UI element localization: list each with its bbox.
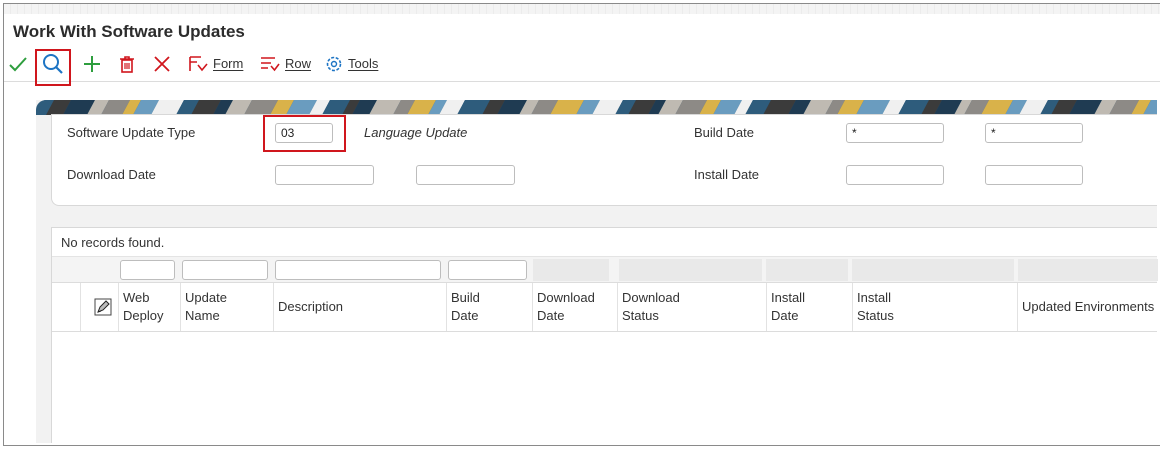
software-update-type-label: Software Update Type	[67, 125, 196, 140]
install-date-from-input[interactable]	[846, 165, 944, 185]
row-icon	[261, 56, 280, 71]
build-date-from-input[interactable]	[846, 123, 944, 143]
tools-menu-button[interactable]: Tools	[324, 46, 378, 81]
results-grid: No records found. Web Deploy Update Name D…	[51, 227, 1158, 443]
row-select-column	[90, 283, 118, 331]
build-date-filter-input[interactable]	[448, 260, 527, 280]
build-date-to-input[interactable]	[985, 123, 1083, 143]
page-title: Work With Software Updates	[13, 22, 245, 41]
column-header-download-status[interactable]: Download Status	[617, 283, 766, 331]
install-date-label: Install Date	[694, 167, 760, 182]
plus-icon	[84, 55, 100, 72]
trash-icon	[120, 55, 134, 73]
column-header-install-date[interactable]: Install Date	[766, 283, 852, 331]
description-filter-input[interactable]	[275, 260, 441, 280]
download-date-filter-cell	[533, 259, 609, 281]
select-button[interactable]	[8, 46, 28, 81]
column-header-description[interactable]: Description	[273, 283, 446, 331]
download-status-filter-cell	[619, 259, 762, 281]
update-type-highlight	[263, 115, 346, 152]
grid-status-text: No records found.	[61, 235, 165, 250]
grid-header-row: Web Deploy Update Name Description Build Da…	[52, 282, 1157, 332]
download-date-to-input[interactable]	[416, 165, 515, 185]
decorative-banner	[36, 100, 1157, 115]
form-menu-label: Form	[213, 56, 244, 71]
close-button[interactable]	[152, 46, 172, 81]
column-header-update-name[interactable]: Update Name	[180, 283, 273, 331]
update-name-filter-input[interactable]	[182, 260, 268, 280]
column-header-build-date[interactable]: Build Date	[446, 283, 532, 331]
toolbar: Form Row Tools	[4, 46, 1160, 82]
form-icon	[189, 55, 208, 71]
download-date-label: Download Date	[67, 167, 156, 182]
gear-icon	[326, 56, 342, 71]
column-header-download-date[interactable]: Download Date	[532, 283, 617, 331]
add-button[interactable]	[82, 46, 102, 81]
grid-filter-row	[52, 256, 1158, 283]
software-update-type-description: Language Update	[364, 125, 468, 140]
download-date-from-input[interactable]	[275, 165, 374, 185]
find-button-highlight	[35, 49, 71, 86]
checkmark-icon	[9, 56, 27, 71]
delete-button[interactable]	[117, 46, 137, 81]
web-deploy-filter-input[interactable]	[120, 260, 175, 280]
row-menu-label: Row	[285, 56, 312, 71]
updated-environments-filter-cell	[1018, 259, 1158, 281]
form-menu-button[interactable]: Form	[187, 46, 243, 81]
column-header-web-deploy[interactable]: Web Deploy	[118, 283, 180, 331]
install-date-filter-cell	[766, 259, 848, 281]
edit-icon	[94, 298, 112, 316]
column-header-install-status[interactable]: Install Status	[852, 283, 1017, 331]
row-menu-button[interactable]: Row	[259, 46, 311, 81]
close-icon	[154, 55, 170, 72]
install-status-filter-cell	[852, 259, 1014, 281]
filter-panel: Software Update Type Language Update Bui…	[51, 114, 1157, 206]
build-date-label: Build Date	[694, 125, 754, 140]
column-header-updated-environments[interactable]: Updated Environments	[1017, 283, 1158, 331]
install-date-to-input[interactable]	[985, 165, 1083, 185]
tools-menu-label: Tools	[348, 56, 379, 71]
top-strip	[4, 4, 1160, 14]
